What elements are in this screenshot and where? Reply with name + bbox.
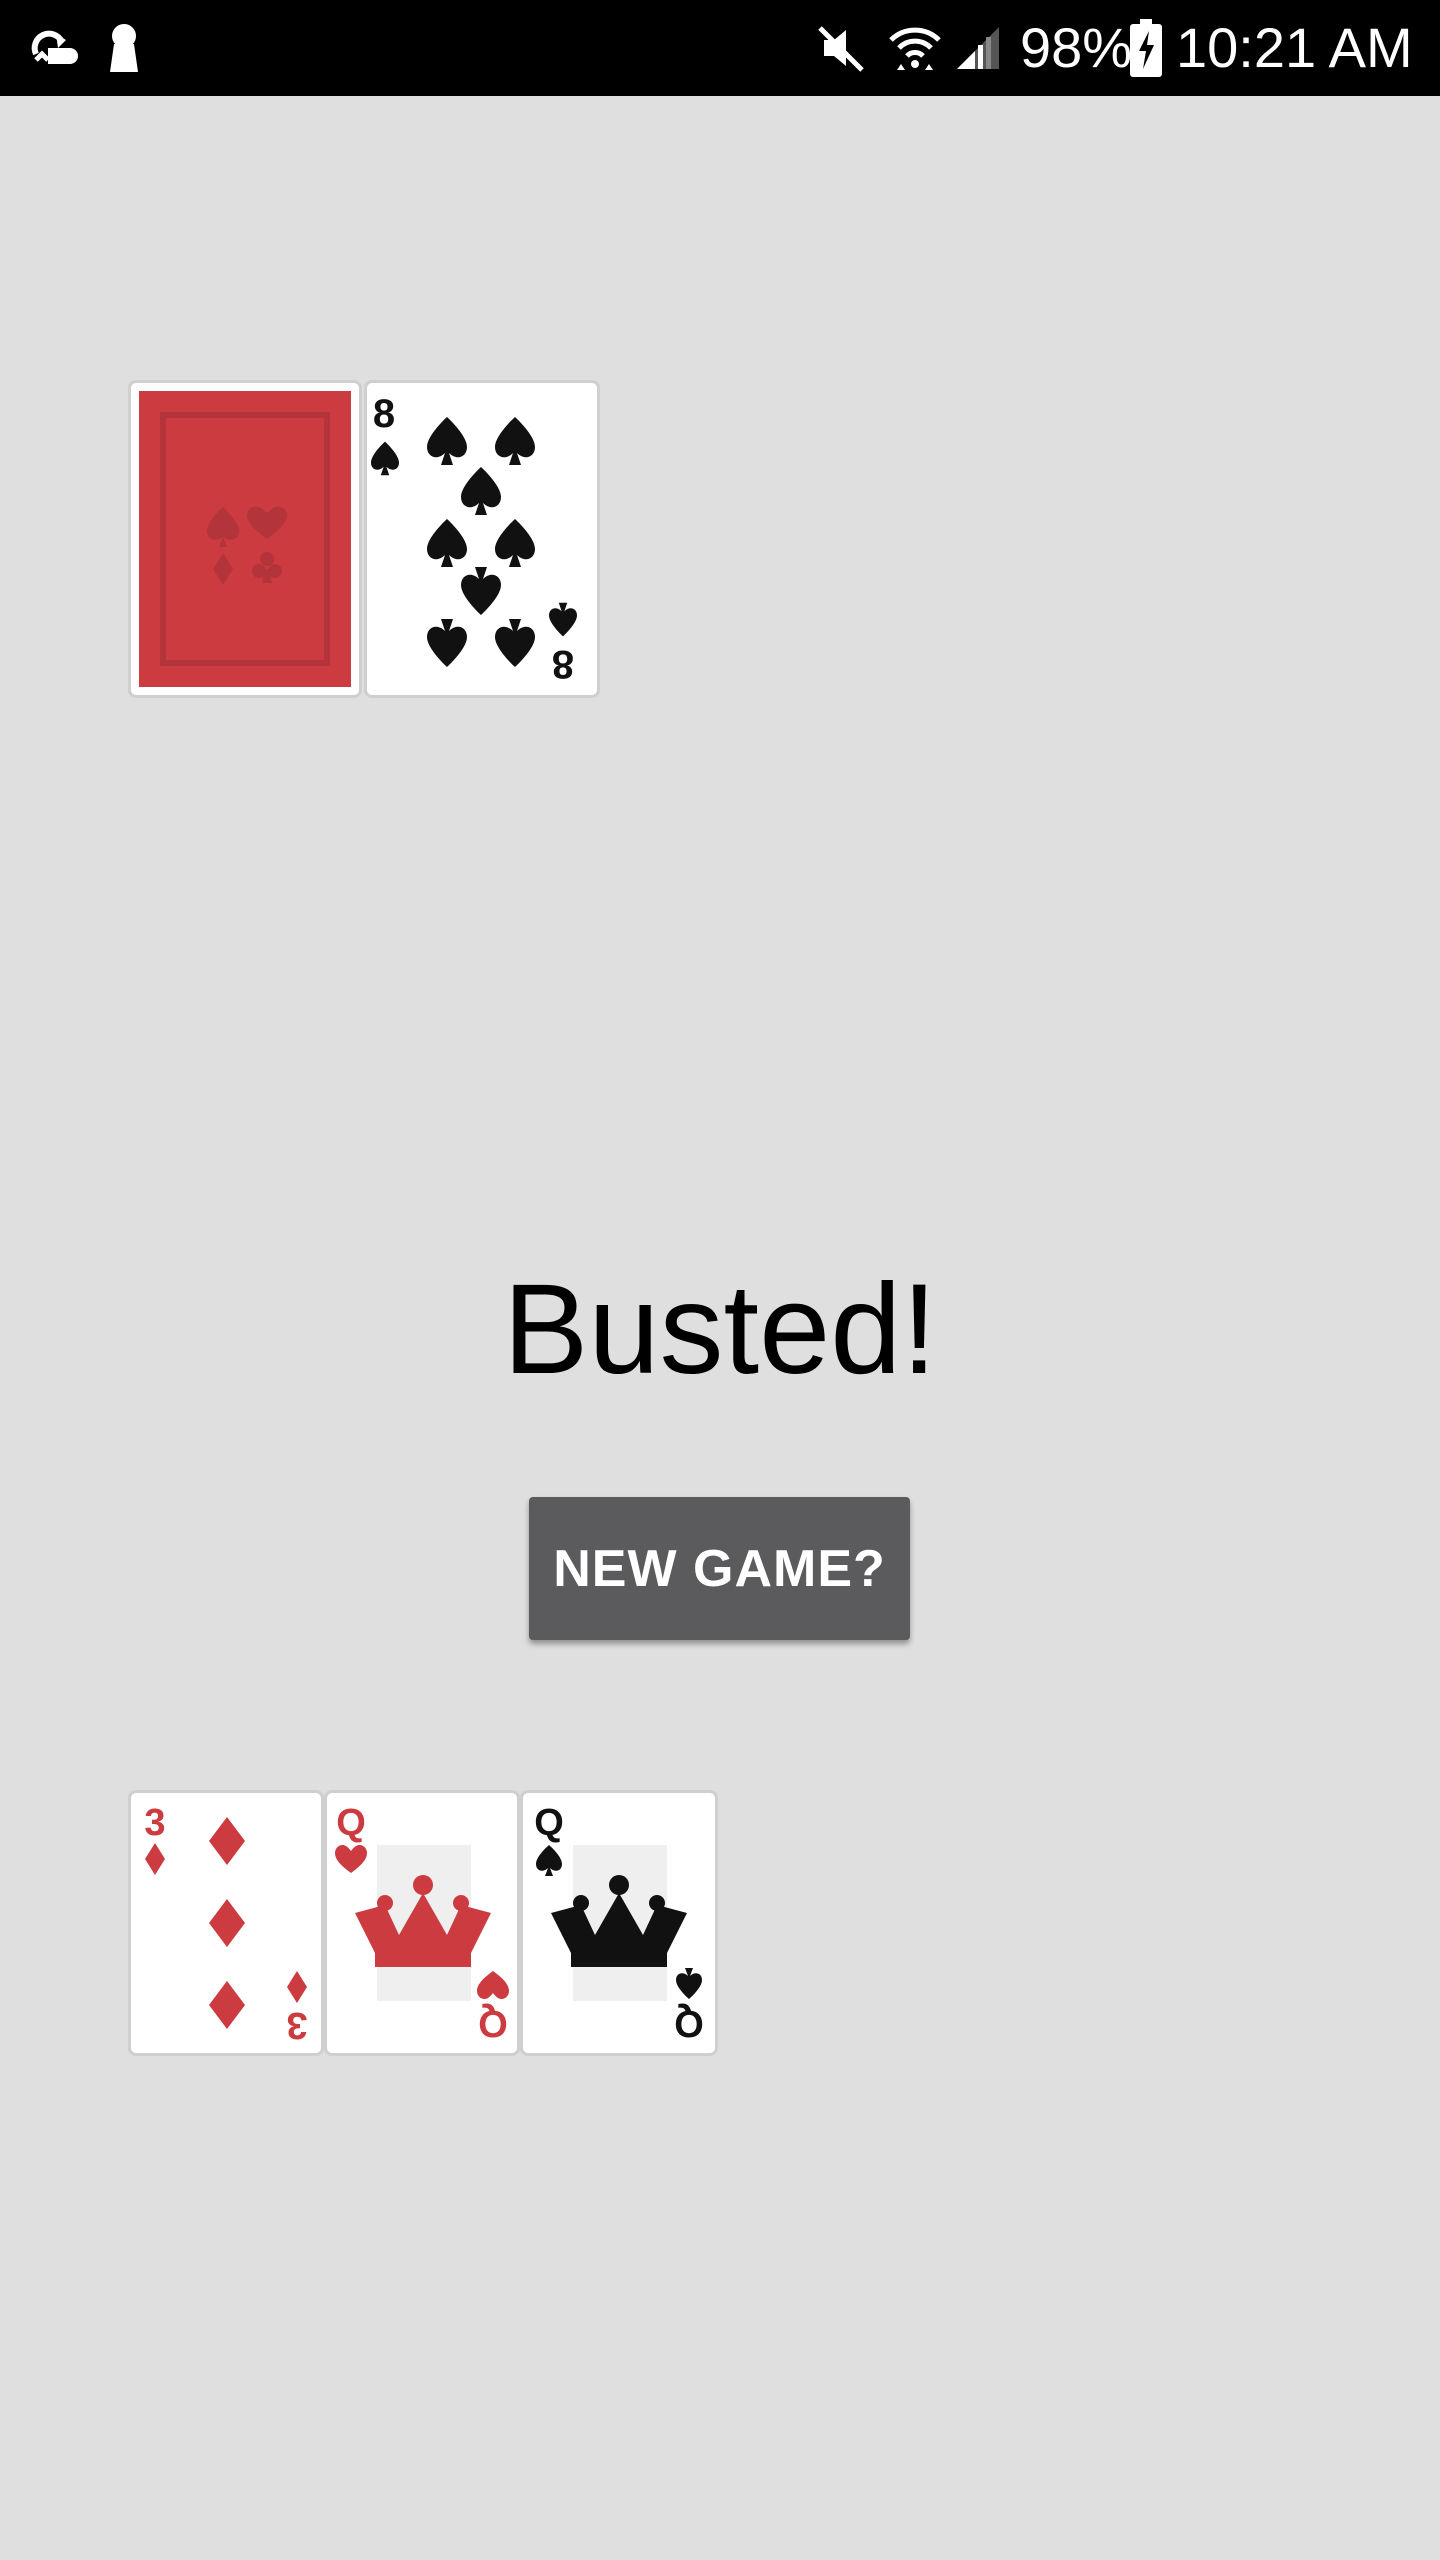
card-rank-top: Q (534, 1802, 564, 1844)
card-queen-of-hearts: Q Q (324, 1790, 520, 2056)
result-message: Busted! (502, 1258, 938, 1401)
card-rank-top: Q (336, 1802, 366, 1844)
card-rank-top: 3 (144, 1802, 165, 1844)
card-queen-of-spades: Q Q (520, 1790, 718, 2056)
card-eight-of-spades: 8 8 (364, 380, 600, 698)
mute-icon (812, 0, 872, 96)
card-rank-bottom: 3 (286, 2004, 307, 2046)
wifi-icon (884, 0, 946, 96)
card-three-of-diamonds: 3 3 (128, 1790, 324, 2056)
clock: 10:21 AM (1176, 16, 1413, 79)
card-rank-bottom: Q (674, 2002, 704, 2044)
battery-percent: 98% (1020, 16, 1133, 79)
new-game-button[interactable]: NEW GAME? (529, 1497, 910, 1640)
battery-charging-icon (1126, 0, 1166, 96)
card-rank-top: 8 (373, 392, 395, 436)
spade-pips-icon (427, 417, 535, 667)
diamond-pips-icon (209, 1817, 245, 2029)
sync-icon (24, 0, 84, 96)
card-rank-bottom: 8 (552, 642, 574, 686)
signal-icon (950, 0, 1006, 96)
card-back (128, 380, 362, 698)
card-rank-bottom: Q (478, 2002, 508, 2044)
keyhole-icon (104, 0, 144, 96)
status-bar: 98% 10:21 AM (0, 0, 1440, 96)
